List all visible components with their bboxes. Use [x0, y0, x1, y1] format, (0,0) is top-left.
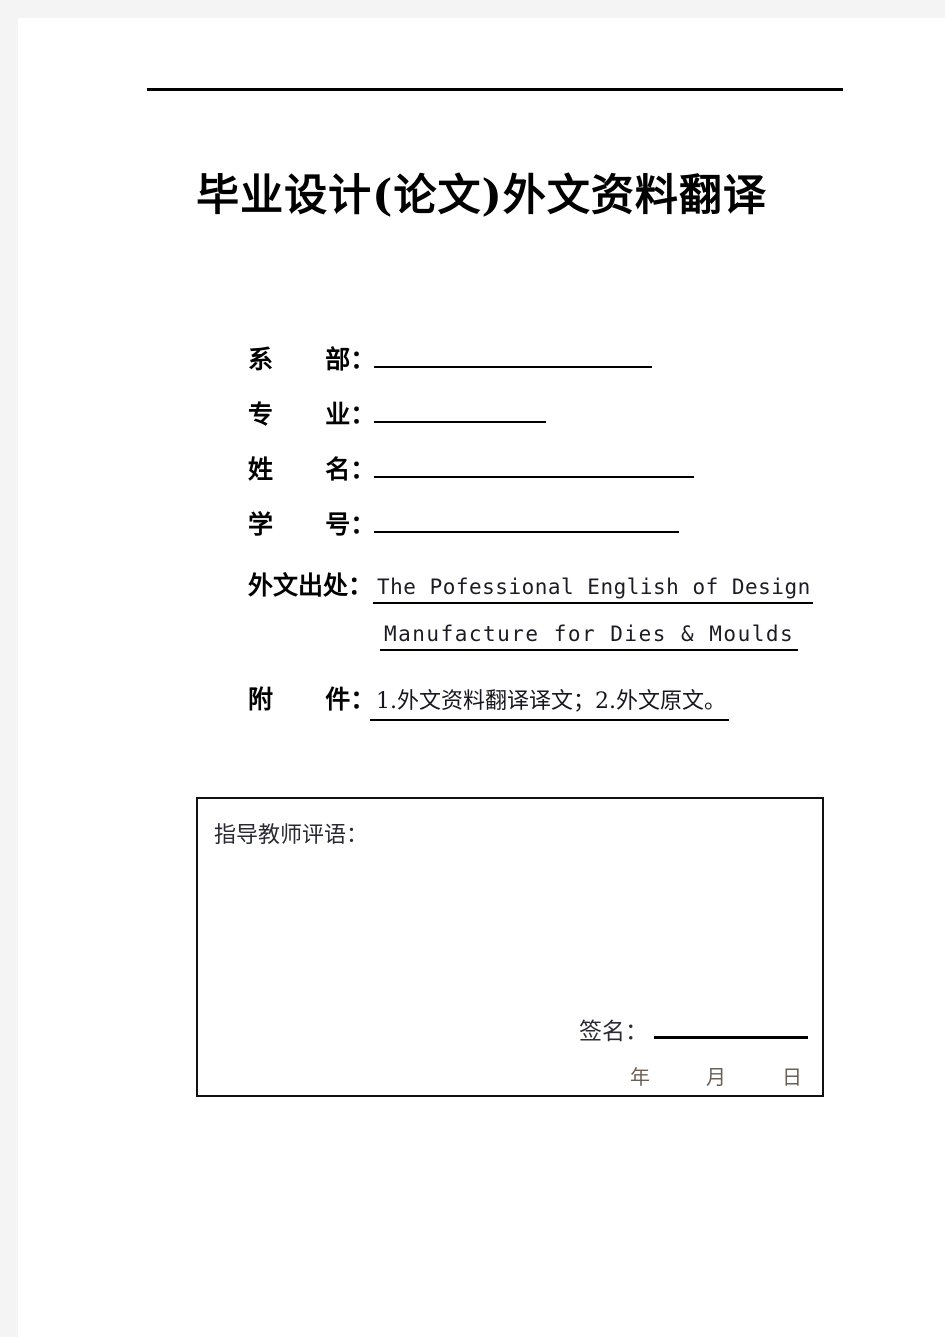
header-rule: [147, 88, 843, 91]
scan-edge-left: [0, 0, 18, 1337]
input-major[interactable]: [374, 399, 546, 423]
label-foreign-source: 外文出处：: [248, 571, 374, 600]
date-row: 年 月 日: [198, 1061, 826, 1090]
form-row-name: 姓 名：: [248, 450, 945, 505]
signature-label: 签名：: [579, 1019, 648, 1045]
cover-form: 系 部： 专 业： 姓 名： 学 号：: [248, 340, 945, 560]
attachment-value[interactable]: 1.外文资料翻译译文；2.外文原文。: [370, 683, 729, 721]
date-unit-month: 月: [706, 1065, 726, 1089]
form-row-student-id: 学 号：: [248, 505, 945, 560]
scan-edge-top: [0, 0, 945, 18]
signature-row: 签名：: [198, 1012, 826, 1046]
date-unit-year: 年: [630, 1065, 650, 1089]
input-name[interactable]: [374, 454, 694, 478]
form-row-department: 系 部：: [248, 340, 945, 395]
signature-input[interactable]: [654, 1018, 808, 1039]
foreign-source-block: 外文出处： The Pofessional English of Design M…: [248, 566, 945, 678]
foreign-source-row-2: Manufacture for Dies & Moulds: [248, 622, 945, 678]
advisor-comment-label: 指导教师评语：: [214, 823, 369, 848]
label-major: 专 业：: [248, 400, 376, 429]
label-name: 姓 名：: [248, 455, 376, 484]
foreign-source-row-1: 外文出处： The Pofessional English of Design: [248, 566, 945, 622]
form-row-major: 专 业：: [248, 395, 945, 450]
foreign-source-line-2[interactable]: Manufacture for Dies & Moulds: [380, 622, 799, 651]
input-student-id[interactable]: [374, 509, 679, 533]
foreign-source-line-1[interactable]: The Pofessional English of Design: [373, 575, 813, 604]
input-department[interactable]: [374, 344, 652, 368]
attachment-row: 附 件：1.外文资料翻译译文；2.外文原文。: [248, 680, 729, 721]
document-page: 毕业设计(论文)外文资料翻译 系 部： 专 业： 姓 名： 学 号： 外文出处：…: [18, 18, 945, 1337]
page-title: 毕业设计(论文)外文资料翻译: [196, 171, 767, 221]
label-department: 系 部：: [248, 345, 376, 374]
advisor-comment-box[interactable]: 指导教师评语： 签名： 年 月 日: [196, 797, 824, 1097]
date-unit-day: 日: [782, 1065, 802, 1089]
label-student-id: 学 号：: [248, 510, 376, 539]
label-attachment: 附 件：: [248, 685, 376, 714]
